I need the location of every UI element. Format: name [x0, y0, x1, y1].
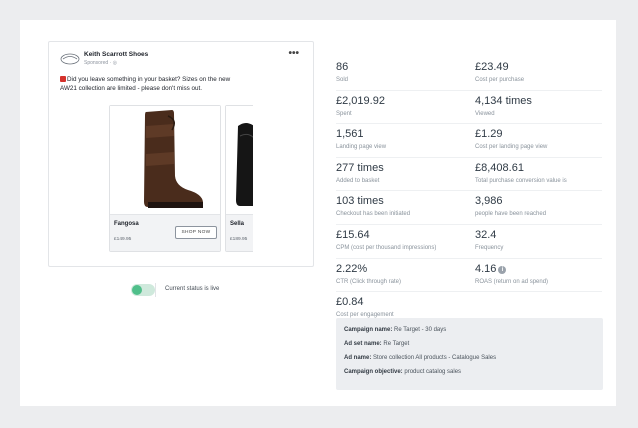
- ad-primary-text: Did you leave something in your basket? …: [60, 76, 231, 92]
- metric-value: 277 times: [336, 161, 384, 174]
- product-carousel[interactable]: Fangosa £149.95 SHOP NOW Sella £189.95: [109, 105, 253, 252]
- metrics-row: 86 Sold £23.49 Cost per purchase: [336, 57, 602, 91]
- metrics-row: £2,019.92 Spent 4,134 times Viewed: [336, 91, 602, 125]
- metric-value-row: 4.16 i: [475, 263, 603, 276]
- metric-label: Added to basket: [336, 177, 380, 184]
- metric-value: 2.22%: [336, 262, 368, 275]
- metric-label: Cost per purchase: [475, 77, 525, 83]
- metric-value: £15.64: [336, 228, 370, 241]
- brand-name[interactable]: Keith Scarrott Shoes: [84, 51, 148, 58]
- product-price: £189.95: [230, 237, 248, 242]
- metric-checkout-initiated: 103 times Checkout has been initiated: [336, 195, 464, 218]
- more-dots-icon[interactable]: •••: [288, 48, 299, 59]
- info-icon[interactable]: i: [498, 265, 507, 274]
- metric-value: 86: [336, 61, 349, 73]
- metric-value: 4,134 times: [475, 94, 532, 107]
- divider: [155, 283, 156, 297]
- metric-label: CPM (cost per thousand impressions): [336, 244, 437, 251]
- metric-label: Total purchase conversion value is: [475, 177, 567, 184]
- metrics-row: 2.22% CTR (Click through rate) 4.16 i ROAS …: [336, 259, 602, 293]
- product-image[interactable]: [110, 106, 220, 214]
- metric-label: ROAS (return on ad spend): [475, 278, 549, 285]
- metric-label: CTR (Click through rate): [336, 278, 402, 285]
- status-label: Current status is live: [165, 286, 220, 292]
- metric-value: 4.16: [475, 262, 497, 275]
- metric-value: 32.4: [475, 228, 497, 241]
- metric-value: 103 times: [336, 195, 384, 208]
- metric-value: £1.29: [475, 128, 503, 141]
- product-name: Sella: [230, 221, 245, 227]
- metric-people-reached: 3,986 people have been reached: [475, 195, 603, 218]
- metric-label: Cost per landing page view: [475, 144, 548, 151]
- product-footer: Fangosa £149.95 SHOP NOW: [110, 214, 220, 251]
- metric-value: £0.84: [336, 296, 364, 309]
- metric-roas: 4.16 i ROAS (return on ad spend): [475, 263, 603, 286]
- shopping-bag-icon: [60, 76, 66, 82]
- status-toggle[interactable]: [131, 284, 155, 296]
- metric-value: 3,986: [475, 195, 503, 208]
- metrics-row: 103 times Checkout has been initiated 3,9…: [336, 191, 602, 225]
- shop-now-button[interactable]: SHOP NOW: [175, 226, 217, 239]
- metric-cost-per-landing-page-view: £1.29 Cost per landing page view: [475, 128, 603, 151]
- metric-frequency: 32.4 Frequency: [475, 229, 603, 252]
- ad-name-row: Ad name: Store collection All products -…: [344, 355, 497, 361]
- metrics-row: 277 times Added to basket £8,408.61 Total …: [336, 158, 602, 192]
- product-name: Fangosa: [114, 221, 139, 227]
- metric-label: Landing page view: [336, 144, 387, 151]
- metric-label: Checkout has been initiated: [336, 211, 411, 218]
- metric-label: Sold: [336, 77, 349, 83]
- metric-value: £8,408.61: [475, 161, 524, 174]
- metric-cpm: £15.64 CPM (cost per thousand impressions…: [336, 229, 464, 252]
- metric-cost-per-purchase: £23.49 Cost per purchase: [475, 61, 603, 84]
- brand-logo: [60, 53, 80, 65]
- product-footer: Sella £189.95: [226, 214, 253, 251]
- metric-label: people have been reached: [475, 211, 547, 218]
- metric-value: £23.49: [475, 61, 509, 73]
- metric-value: 1,561: [336, 128, 364, 141]
- sponsored-label: Sponsored · ◎: [84, 60, 117, 66]
- metric-landing-page-view: 1,561 Landing page view: [336, 128, 464, 151]
- metric-label: Viewed: [475, 110, 495, 117]
- metric-cost-per-engagement: £0.84 Cost per engagement: [336, 296, 464, 319]
- product-image[interactable]: [226, 106, 253, 214]
- metric-added-to-basket: 277 times Added to basket: [336, 162, 464, 185]
- metric-viewed: 4,134 times Viewed: [475, 95, 603, 118]
- metrics-row: £15.64 CPM (cost per thousand impressions…: [336, 225, 602, 259]
- metric-label: Spent: [336, 110, 352, 117]
- metric-label: Frequency: [475, 244, 504, 251]
- metric-spent: £2,019.92 Spent: [336, 95, 464, 118]
- metric-value: £2,019.92: [336, 94, 385, 107]
- metrics-row: 1,561 Landing page view £1.29 Cost per lan…: [336, 124, 602, 158]
- carousel-card[interactable]: Sella £189.95: [225, 105, 253, 252]
- toggle-knob: [132, 285, 142, 295]
- metric-sold: 86 Sold: [336, 61, 464, 84]
- campaign-info-box: Campaign name: Re Target - 30 days Ad se…: [336, 318, 603, 390]
- product-price: £149.95: [114, 237, 132, 242]
- campaign-name-row: Campaign name: Re Target - 30 days: [344, 327, 447, 333]
- metrics-grid: 86 Sold £23.49 Cost per purchase £2,019.92…: [336, 57, 602, 325]
- ad-header: Keith Scarrott Shoes Sponsored · ◎ •••: [60, 48, 300, 71]
- adset-name-row: Ad set name: Re Target: [344, 341, 410, 347]
- carousel-card[interactable]: Fangosa £149.95 SHOP NOW: [109, 105, 221, 252]
- metric-purchase-conversion-value: £8,408.61 Total purchase conversion value…: [475, 162, 603, 185]
- campaign-objective-row: Campaign objective: product catalog sale…: [344, 369, 462, 375]
- metric-ctr: 2.22% CTR (Click through rate): [336, 263, 464, 286]
